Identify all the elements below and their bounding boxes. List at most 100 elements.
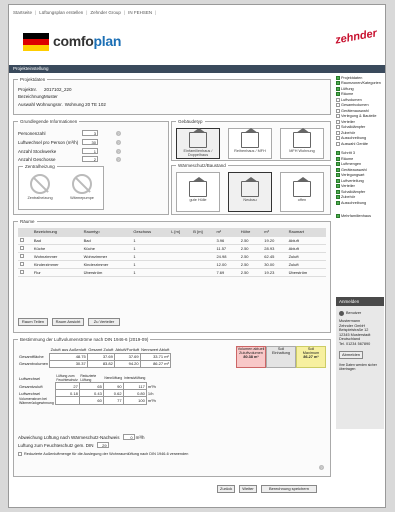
row-checkbox[interactable]	[20, 269, 24, 274]
heating-option-label: Zentralheizung	[27, 196, 53, 200]
check-icon	[336, 167, 340, 172]
house-icon	[293, 177, 311, 197]
sidebar-item[interactable]: Raumzonen/Kategorien	[336, 81, 384, 87]
heating-option-heatpump[interactable]: Wärmepumpe	[63, 172, 101, 208]
project-name-value[interactable]: Muster	[44, 94, 58, 99]
row-checkbox[interactable]	[20, 237, 24, 242]
table-row: Gesamtzuluft 27 65 90 117 m³/h	[19, 382, 156, 390]
storeys-input[interactable]: 2	[82, 156, 98, 162]
deviation-input[interactable]: 0	[122, 434, 135, 440]
sidebar-item-label: Schritt 3	[341, 151, 355, 156]
project-number-value[interactable]: 2017102_220	[44, 87, 72, 92]
humidity-input[interactable]: 29	[96, 442, 109, 448]
room-view-button[interactable]: Raum Ansicht	[52, 318, 84, 326]
sidebar-item-label: Ausschreibung	[341, 200, 367, 205]
table-row[interactable]: Wohnzimmer Wohnzimmer 1 24.98 2.50 62.45 Zuluf…	[18, 252, 326, 261]
heating-option-central[interactable]: Zentralheizung	[21, 172, 59, 208]
sidebar-item[interactable]: Auswahl Geräte	[336, 141, 384, 147]
table-row: Gesamtfläche 48.75 37.69 37.69 33.71 m²	[19, 352, 171, 361]
table-row[interactable]: Flur Überström 1 7.69 2.50 19.23 Überström	[18, 268, 326, 277]
column-header[interactable]: B [m]	[191, 228, 215, 237]
help-icon[interactable]: ?	[116, 156, 121, 162]
help-icon[interactable]: ?	[116, 139, 121, 145]
column-header[interactable]: Bezeichnung	[31, 228, 82, 237]
sidebar-item-label: Schalldämpfer	[341, 189, 366, 194]
nav-link-3[interactable]: IN FEHSEN	[128, 10, 152, 15]
insulation-option-1[interactable]: Neubau	[228, 172, 272, 212]
sidebar-item-label: Verteiler	[341, 184, 355, 189]
building-type-option-0[interactable]: Einfamilienhaus / Doppelhaus	[176, 128, 220, 159]
row-house-icon	[241, 128, 259, 148]
sidebar-item-label[interactable]: Mehrfamilienhaus	[341, 214, 371, 218]
sidebar-item-label: Raumzonen/Kategorien	[341, 81, 381, 86]
table-row[interactable]: Bad Bad 1 3.96 2.50 19.20 Abluft	[18, 236, 326, 245]
column-header[interactable]: L [m]	[169, 228, 192, 237]
help-icon[interactable]: ?	[116, 130, 121, 136]
airchange-input[interactable]: 30	[82, 139, 98, 145]
column-header: Reduzierte Lüftung	[80, 374, 97, 382]
column-header: Zuluft aus Außenluft	[50, 346, 87, 352]
floors-input[interactable]: 1	[82, 148, 98, 154]
sidebar-item-label: Räume	[341, 92, 354, 97]
sidebar-item-label: Ausschreibung	[341, 136, 367, 141]
building-type-option-1[interactable]: Reihenhaus / MFH	[228, 128, 272, 159]
table-header-row: Bezeichnung Raumtyp Geschoss L [m] B [m]…	[18, 228, 326, 237]
heating-group: Zentralheizung Zentralheizung Wärmepumpe	[18, 164, 104, 210]
nav-link-1[interactable]: Lüftungsplan erstellen	[39, 10, 83, 15]
nav-link-0[interactable]: Startseite	[13, 10, 32, 15]
sidebar-item-label: Luftmengen	[341, 162, 362, 167]
help-icon[interactable]: ?	[116, 148, 121, 154]
sidebar-item[interactable]: Ausschreibung	[336, 200, 384, 206]
rooms-panel: Räume Bezeichnung Raumtyp Geschoss L [m]…	[13, 219, 331, 333]
app-frame: Startseite | Lüftungsplan erstellen | Zehn…	[8, 4, 386, 508]
user-label: Benutzer	[346, 311, 362, 316]
sidebar-item-label: Projektdaten	[341, 75, 363, 80]
unchecked-icon	[336, 97, 340, 102]
back-button[interactable]: Zurück	[217, 485, 235, 493]
persons-input[interactable]: 3	[82, 130, 98, 136]
sidebar-item-label: Zubehör	[341, 130, 356, 135]
reduced-air-checkbox[interactable]	[18, 452, 22, 456]
table-row[interactable]: Kinderzimmer Kinderzimmer 1 12.00 2.50 30.00 Z…	[18, 260, 326, 269]
airflow-title: Bestimmung der Luftvolumenströme nach DI…	[18, 337, 151, 342]
to-distributor-button[interactable]: Zu Verteiler	[88, 318, 120, 326]
column-header[interactable]: Raumart	[286, 228, 326, 237]
sidebar-item-label: Räume	[341, 156, 354, 161]
row-checkbox[interactable]	[20, 245, 24, 250]
persons-label: Personenzahl	[18, 130, 46, 136]
column-header[interactable]: Höhe	[238, 228, 263, 237]
column-header[interactable]: Geschoss	[131, 228, 170, 237]
sidebar-item-label: Zubehör	[341, 195, 356, 200]
save-calculation-button[interactable]: Berechnung speichern	[261, 485, 317, 493]
column-header[interactable]: m³	[262, 228, 287, 237]
check-icon	[336, 173, 340, 178]
column-header[interactable]: m²	[214, 228, 239, 237]
building-type-label: Einfamilienhaus / Doppelhaus	[183, 149, 213, 157]
row-checkbox[interactable]	[20, 253, 24, 258]
help-icon[interactable]: ?	[319, 465, 324, 470]
column-header[interactable]: Raumtyp	[81, 228, 132, 237]
disabled-icon	[72, 174, 92, 194]
column-header: Nennwert Abluft	[141, 346, 170, 352]
brand-logo: comfoplan	[53, 33, 122, 49]
insulation-option-2[interactable]: offen	[280, 172, 324, 212]
building-type-option-2[interactable]: MFH Wohnung	[280, 128, 324, 159]
table-row[interactable]: Küche Küche 1 11.57 2.50 28.93 Abluft	[18, 244, 326, 253]
login-box: Anmelden Benutzer Mustermann Zehnder Gmb…	[336, 297, 384, 429]
company-logo: zehnder	[334, 27, 378, 47]
insulation-option-0[interactable]: gute Hülle	[176, 172, 220, 212]
sidebar-item-label: Auswahl Geräte	[341, 141, 369, 146]
row-checkbox[interactable]	[20, 261, 24, 266]
logout-button[interactable]: Abmelden	[339, 350, 363, 359]
nav-link-2[interactable]: Zehnder Group	[90, 10, 121, 15]
flow-table: Luftwechsel Lüftung zum Feuchteschutz Re…	[19, 374, 156, 405]
check-icon	[336, 92, 340, 97]
unchecked-icon	[336, 103, 340, 108]
unchecked-icon	[336, 114, 340, 119]
deviation-label: Abweichung Lüftung nach Wärmeschutz-Nach…	[18, 434, 120, 440]
split-room-button[interactable]: Raum Teilen	[18, 318, 48, 326]
next-button[interactable]: Weiter	[239, 485, 257, 493]
check-icon	[336, 162, 340, 167]
apartment-value[interactable]: Wohnung 20 TE 102	[65, 102, 106, 107]
top-nav: Startseite | Lüftungsplan erstellen | Zehn…	[13, 9, 157, 15]
